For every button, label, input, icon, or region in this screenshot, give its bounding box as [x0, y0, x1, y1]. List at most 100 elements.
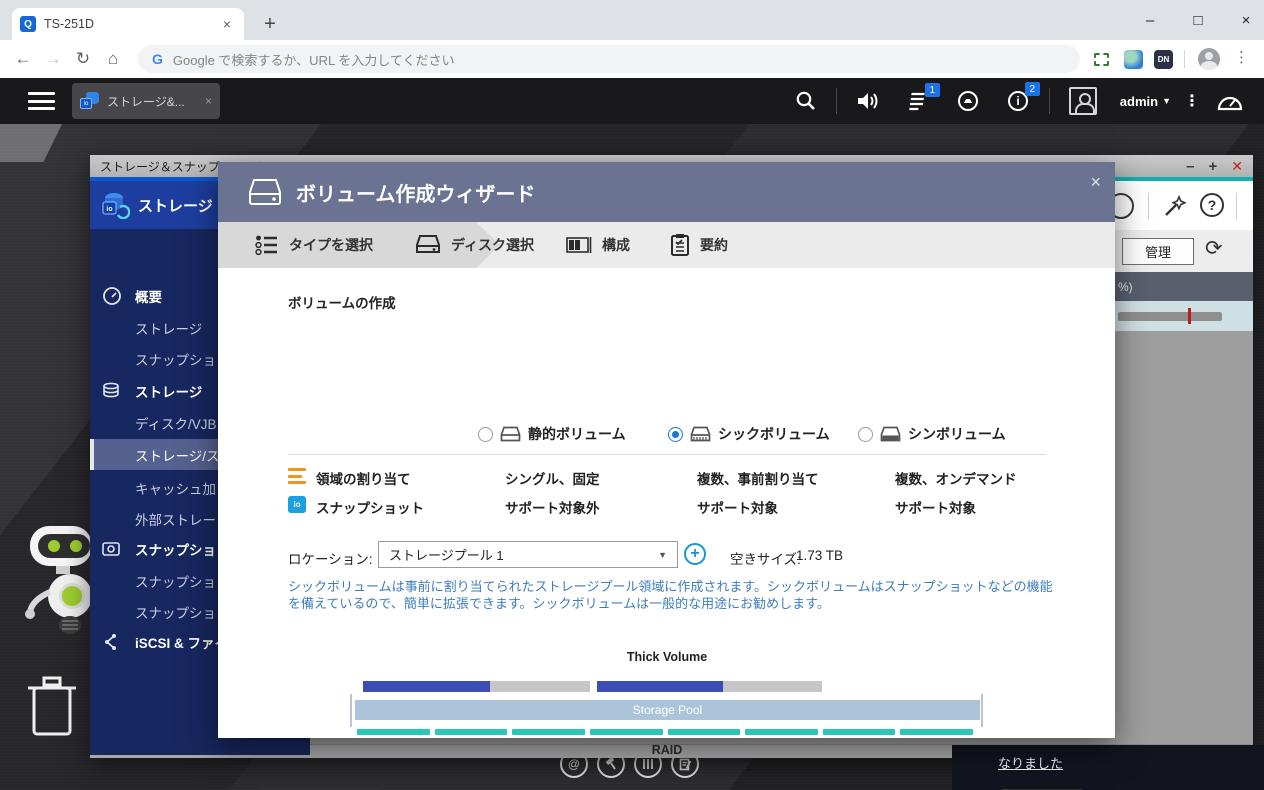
raid-segments [357, 729, 973, 735]
browser-menu-icon[interactable]: ⋮ [1234, 48, 1249, 66]
user-menu[interactable]: admin [1120, 94, 1158, 109]
wizard-body: ボリュームの作成 静的ボリューム シックボリューム シンボリューム 領域の割り当… [218, 268, 1115, 790]
app-tab-close-icon[interactable]: × [205, 94, 212, 108]
help-icon[interactable]: ? [1200, 193, 1224, 217]
radio-circle-icon[interactable] [478, 426, 493, 442]
step-summary: 要約 [670, 222, 728, 268]
screen: Q TS-251D × + – □ × ← → ↻ ⌂ G Google で検索… [0, 0, 1264, 790]
step-configure: 構成 [566, 222, 630, 268]
radio-thin-volume[interactable]: シンボリューム [858, 423, 1006, 445]
window-maximize-icon[interactable]: □ [1188, 12, 1208, 29]
free-size-label: 空きサイズ: [730, 552, 801, 567]
diagram-volume-label: Thick Volume [626, 650, 708, 664]
google-g-icon: G [152, 51, 163, 67]
main-menu-icon[interactable] [28, 92, 55, 110]
nas-minimize-icon[interactable]: – [1186, 158, 1194, 175]
snapshot-io-icon: io [288, 496, 306, 513]
event-badge: 1 [924, 83, 940, 97]
topbar-divider [1048, 88, 1050, 114]
wizard-steps-bar: タイプを選択 ディスク選択 構成 要約 [218, 222, 1115, 268]
allocation-icon [288, 468, 306, 484]
browser-toolbar: ← → ↻ ⌂ G Google で検索するか、URL を入力してください DN… [0, 40, 1264, 78]
location-select[interactable]: ストレージプール 1 ▼ [378, 541, 678, 568]
dialog-title: ボリューム作成ウィザード [296, 183, 536, 206]
event-log-icon[interactable]: 1 [908, 83, 940, 112]
radio-circle-icon[interactable] [858, 426, 873, 442]
toolbar-divider [1184, 50, 1185, 68]
dashboard-icon[interactable] [1216, 90, 1244, 112]
tab-close-icon[interactable]: × [218, 15, 236, 33]
forward-icon: → [44, 49, 62, 68]
thick-volume-bar [597, 681, 822, 692]
volume-icon [249, 179, 281, 205]
disk-icon [416, 235, 440, 253]
thick-volume-bar [363, 681, 590, 692]
add-pool-button[interactable]: + [684, 543, 706, 565]
background-tasks-icon[interactable] [956, 89, 980, 113]
window-close-icon[interactable]: × [1236, 12, 1256, 29]
pool-end-cap [350, 694, 352, 727]
notification-panel: なりました [952, 745, 1264, 790]
manage-button[interactable]: 管理 [1122, 238, 1194, 265]
volume-icon[interactable] [856, 90, 882, 112]
dialog-header: ボリューム作成ウィザード × [218, 162, 1115, 222]
radio-thick-volume[interactable]: シックボリューム [668, 423, 830, 445]
screenshot-extension-icon[interactable] [1094, 53, 1109, 66]
location-label: ロケーション: [288, 552, 373, 567]
radio-static-volume[interactable]: 静的ボリューム [478, 423, 626, 445]
step-select-type: タイプを選択 [255, 222, 373, 268]
feature-row-allocation: 領域の割り当て シングル、固定 複数、事前割り当て 複数、オンデマンド [218, 465, 1115, 489]
capacity-bar-icon [566, 237, 592, 253]
reload-icon[interactable]: ↻ [68, 49, 98, 69]
create-volume-label: ボリュームの作成 [288, 296, 396, 311]
notification-link[interactable]: なりました [998, 753, 1063, 772]
refresh-icon[interactable]: ⟳ [1205, 236, 1223, 261]
radio-circle-icon[interactable] [668, 426, 683, 442]
nas-maximize-icon[interactable]: + [1209, 158, 1218, 175]
volume-type-description: シックボリュームは事前に割り当てられたストレージプール領域に作成されます。シック… [288, 579, 1053, 611]
toolbar-divider [1148, 193, 1149, 219]
browser-tab[interactable]: Q TS-251D × [12, 8, 244, 40]
browser-titlebar: Q TS-251D × + – □ × [0, 0, 1264, 40]
qts-topbar: io ストレージ&... × 1 i 2 admin ▼ ⋮ [0, 78, 1264, 124]
desktop-decoration [0, 124, 62, 162]
nas-close-icon[interactable]: ✕ [1231, 158, 1243, 175]
home-icon[interactable]: ⌂ [98, 49, 128, 69]
step-select-disks: ディスク選択 [415, 222, 534, 268]
dn-extension-icon[interactable]: DN [1154, 50, 1173, 69]
type-list-icon [255, 235, 277, 256]
recycle-bin-icon[interactable] [26, 674, 78, 738]
window-minimize-icon[interactable]: – [1140, 12, 1160, 29]
qnap-favicon-icon: Q [20, 16, 36, 32]
static-volume-icon [500, 426, 521, 441]
location-value: ストレージプール 1 [389, 548, 504, 563]
table-header-fragment: %) [1118, 279, 1133, 294]
free-size-value: 1.73 TB [796, 548, 844, 563]
user-avatar-icon[interactable] [1068, 87, 1097, 115]
back-icon[interactable]: ← [8, 49, 38, 69]
search-icon[interactable] [795, 90, 817, 112]
toolbar-divider [1236, 193, 1237, 219]
snapshot-camera-icon [102, 541, 124, 557]
browser-profile-avatar[interactable] [1198, 48, 1220, 70]
dialog-close-icon[interactable]: × [1090, 172, 1101, 193]
globe-extension-icon[interactable] [1124, 50, 1143, 69]
chevron-down-icon: ▼ [658, 549, 667, 560]
topbar-divider [835, 88, 837, 114]
share-branch-icon [102, 633, 124, 651]
qbot-mascot-image [25, 526, 92, 634]
storage-pool-bar: Storage Pool [355, 700, 980, 720]
user-caret-icon[interactable]: ▼ [1162, 96, 1171, 106]
svg-text:i: i [1016, 94, 1019, 108]
open-app-tab[interactable]: io ストレージ&... × [72, 83, 220, 119]
info-icon[interactable]: i 2 [1006, 82, 1040, 113]
browser-tab-title: TS-251D [44, 17, 95, 31]
more-options-icon[interactable]: ⋮ [1184, 93, 1200, 109]
pool-end-cap [981, 694, 983, 727]
new-tab-button[interactable]: + [256, 10, 284, 38]
storage-snapshot-app-icon: io [102, 193, 130, 219]
address-bar[interactable]: G Google で検索するか、URL を入力してください [138, 45, 1080, 73]
wizard-wand-icon[interactable] [1162, 193, 1188, 219]
feature-row-snapshot: io スナップショット サポート対象外 サポート対象 サポート対象 [218, 494, 1115, 518]
info-badge: 2 [1024, 82, 1040, 96]
